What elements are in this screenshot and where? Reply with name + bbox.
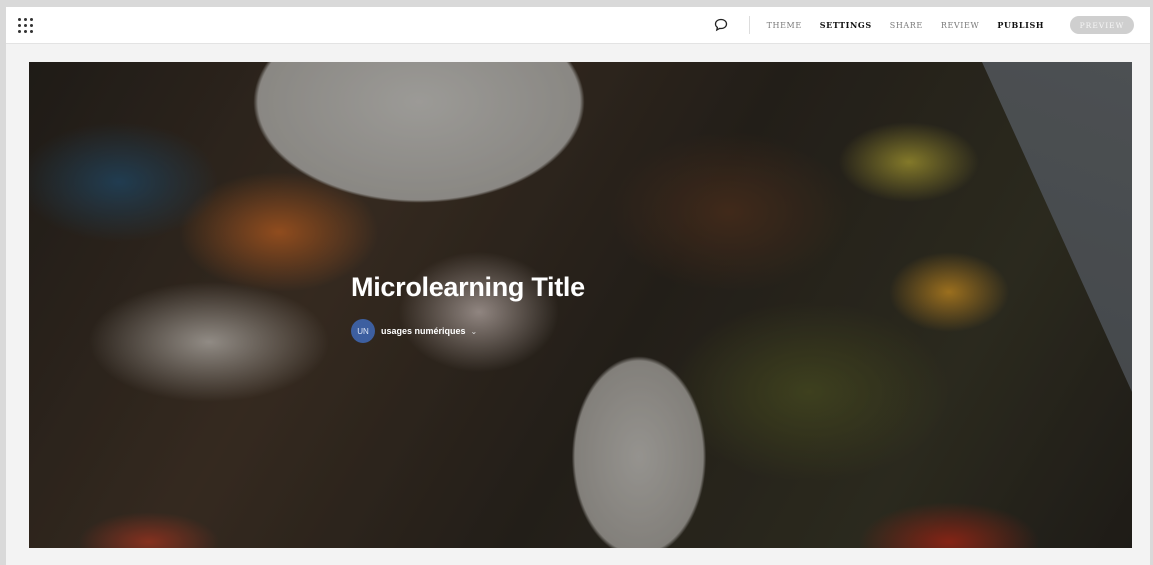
hero-content: Microlearning Title UN usages numériques…: [351, 272, 585, 343]
toolbar-divider: [748, 16, 750, 34]
tab-share[interactable]: SHARE: [890, 21, 923, 30]
tab-theme[interactable]: THEME: [767, 21, 802, 30]
comment-icon[interactable]: [711, 15, 731, 35]
page-title[interactable]: Microlearning Title: [351, 272, 585, 303]
toolbar-right-group: THEME SETTINGS SHARE REVIEW PUBLISH PREV…: [711, 7, 1150, 43]
top-toolbar: THEME SETTINGS SHARE REVIEW PUBLISH PREV…: [6, 7, 1150, 44]
apps-grid-icon[interactable]: [12, 12, 38, 38]
hero-banner: Microlearning Title UN usages numériques…: [29, 62, 1132, 548]
tab-publish[interactable]: PUBLISH: [997, 20, 1044, 30]
tab-review[interactable]: REVIEW: [941, 21, 979, 30]
preview-button[interactable]: PREVIEW: [1070, 16, 1134, 34]
author-name: usages numériques: [381, 326, 466, 336]
avatar: UN: [351, 319, 375, 343]
tab-settings[interactable]: SETTINGS: [820, 20, 872, 30]
chevron-down-icon: ⌄: [470, 326, 478, 336]
author-selector[interactable]: UN usages numériques ⌄: [351, 319, 585, 343]
